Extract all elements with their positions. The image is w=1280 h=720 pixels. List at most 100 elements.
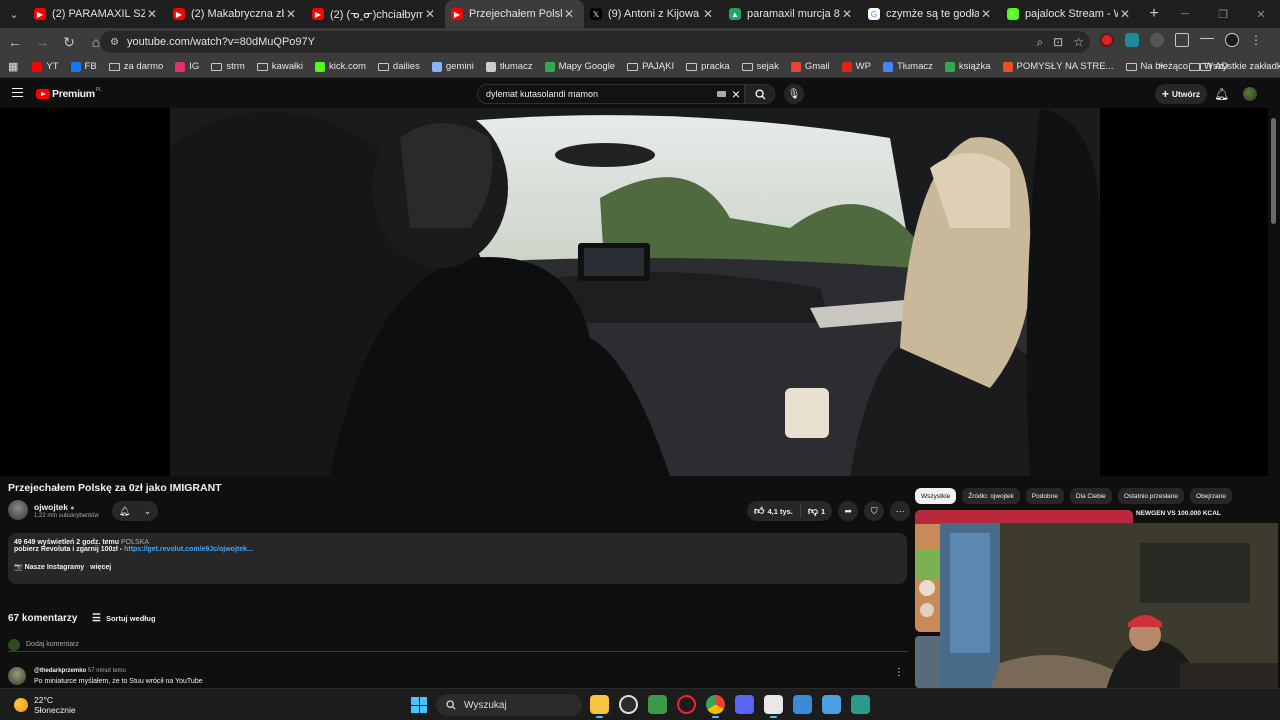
channel-name[interactable]: ojwojtek ● [34,502,75,512]
youtube-logo[interactable]: Premium PL [36,87,102,100]
obs-icon[interactable] [764,695,783,718]
description-box[interactable]: 49 649 wyświetleń 2 godz. temu POLSKA po… [8,533,907,584]
bookmark-item[interactable]: książka [944,61,991,72]
bookmark-item[interactable]: WP [841,61,871,72]
share-button[interactable]: ➦ [838,501,859,521]
bookmark-item[interactable]: kawałki [256,61,303,72]
bookmarks-overflow-icon[interactable]: » [1158,60,1164,71]
tab-close-icon[interactable]: ✕ [284,7,298,21]
bookmark-item[interactable]: Gmail [790,61,830,72]
opera-icon[interactable] [677,695,696,714]
bookmark-item[interactable]: pracka [686,61,730,72]
video-player[interactable] [0,108,1268,476]
close-window-icon[interactable]: ✕ [1242,0,1280,28]
scrollbar-thumb[interactable] [1271,118,1276,224]
notifications-bell-icon[interactable]: 🔔︎ [1214,87,1229,101]
edge-icon[interactable] [851,695,870,714]
description-hashtag[interactable]: POLSKA [121,539,149,546]
back-icon[interactable]: ← [3,30,27,54]
install-app-icon[interactable]: ⊡ [1053,35,1063,49]
browser-tab[interactable]: ▶ (2) (ᓀ‸ᓂ)chciałbym ✕ [306,0,445,28]
paint-icon[interactable] [793,695,812,714]
browser-tab[interactable]: ▶ (2) Makabryczna zbrodnia✕ [167,0,306,28]
search-input[interactable]: dylemat kutasolandi mamon × [477,84,745,104]
clear-search-icon[interactable]: × [732,86,740,102]
apps-grid-icon[interactable]: ▦ [8,60,18,73]
show-more-link[interactable]: więcej [90,564,111,571]
bookmark-item[interactable]: strm [211,61,245,72]
revolut-link[interactable]: https://get.revolut.com/e9Jc/ojwojtek... [124,546,253,553]
tab-close-icon[interactable]: ✕ [562,7,576,21]
tab-search-icon[interactable]: ⌄ [0,0,28,28]
comment-menu-icon[interactable]: ⋮ [894,667,904,678]
windows-start-icon[interactable] [411,697,427,713]
comment-author[interactable]: @thedarkprzemko [34,668,86,674]
weather-widget[interactable]: 22°C Słonecznie [14,695,76,715]
site-info-icon[interactable]: ⚙ [110,37,119,48]
browser-tab[interactable]: 𝕏 (9) Antoni z Kijowa w serwisie✕ [584,0,723,28]
bookmark-item[interactable]: POMYSŁY NA STRE... [1002,61,1114,72]
browser-tab[interactable]: ▶ Przejechałem Polskę za 0zł✕ [445,0,584,28]
menu-dots-icon[interactable]: ⋮ [1250,33,1262,47]
create-button[interactable]: + Utwórz [1155,84,1207,104]
media-controls-icon[interactable] [1200,38,1214,46]
voice-search-button[interactable]: 🎙 [784,84,804,104]
all-bookmarks-button[interactable]: Wszystkie zakładki [1189,61,1280,72]
commenter-avatar[interactable] [8,667,26,685]
bookmark-item[interactable]: tłumacz [485,61,533,72]
filter-chip[interactable]: Dla Ciebie [1069,488,1112,504]
chatgpt-icon[interactable] [619,695,638,714]
minimize-icon[interactable]: ─ [1166,0,1204,28]
video-frame[interactable] [170,108,1100,476]
bookmark-item[interactable]: Na bieżąco [1125,61,1188,72]
extensions-puzzle-icon[interactable] [1175,33,1189,47]
reload-icon[interactable]: ↻ [57,30,81,54]
bookmark-item[interactable]: YT [32,61,59,72]
sort-comments-button[interactable]: ☰ Sortuj według [92,613,156,624]
filter-chip[interactable]: Źródło: ojwojtek [962,488,1020,504]
subscription-bell-button[interactable]: 🔔︎ ⌄ [112,501,158,521]
address-bar[interactable]: ⚙ youtube.com/watch?v=80dMuQPo97Y ⌕ ⊡ ☆ [100,31,1090,53]
filter-chip[interactable]: Obejrzane [1190,488,1233,504]
browser-tab[interactable]: ▶ (2) PARAMAXIL SZALOM✕ [28,0,167,28]
notepad-icon[interactable] [822,695,841,714]
bookmark-item[interactable]: IG [175,61,199,72]
browser-tab[interactable]: Kpajalock Stream - Watch✕ [1001,0,1140,28]
profile-icon[interactable] [1225,33,1239,47]
more-actions-button[interactable]: ⋯ [890,501,911,521]
like-button[interactable]: 👍︎ 4,1 tys. [747,504,801,518]
add-comment-field[interactable]: Dodaj komentarz [8,638,908,652]
translate-extension-icon[interactable] [1125,33,1139,47]
dislike-button[interactable]: 👎︎ 1 [801,505,832,517]
bookmark-item[interactable]: Mapy Google [544,61,615,72]
zoom-icon[interactable]: ⌕ [1036,35,1043,50]
tab-close-icon[interactable]: ✕ [979,7,993,21]
bookmark-item[interactable]: Tłumacz [882,61,933,72]
tab-close-icon[interactable]: ✕ [1118,7,1132,21]
bookmark-item[interactable]: FB [70,61,97,72]
save-button[interactable]: ⛉ [864,501,885,521]
gray-extension-icon[interactable] [1150,33,1164,47]
account-avatar[interactable] [1243,87,1257,101]
record-extension-icon[interactable] [1100,33,1114,47]
bookmark-item[interactable]: gemini [431,61,474,72]
filter-chip[interactable]: Wszystkie [915,488,957,504]
search-button[interactable] [745,84,775,104]
recommendation-title[interactable]: NEWGEN VS 100.000 KCAL [1136,510,1221,517]
file-explorer-icon[interactable] [590,695,609,718]
chrome-icon[interactable] [706,695,725,718]
tab-close-icon[interactable]: ✕ [423,7,437,21]
tab-close-icon[interactable]: ✕ [145,7,159,21]
channel-avatar[interactable] [8,500,28,520]
guide-menu-icon[interactable] [12,88,23,97]
bookmark-item[interactable]: PAJĄKI [627,61,674,72]
discord-icon[interactable] [735,695,754,714]
bookmark-star-icon[interactable]: ☆ [1073,35,1084,49]
maximize-icon[interactable]: ❐ [1204,0,1242,28]
brave-icon[interactable] [648,695,667,714]
taskbar-search[interactable]: Wyszukaj [436,694,582,716]
browser-tab[interactable]: ▲ paramaxil murcja 80%.mp4✕ [723,0,862,28]
bookmark-item[interactable]: za darmo [108,61,163,72]
bookmark-item[interactable]: sejak [741,61,779,72]
tab-close-icon[interactable]: ✕ [840,7,854,21]
